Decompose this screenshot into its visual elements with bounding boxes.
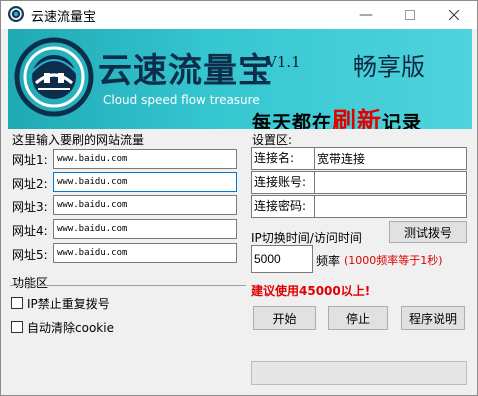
conn-name-input[interactable]: [314, 147, 467, 170]
url-4-input[interactable]: [53, 219, 237, 239]
url-5-label: 网址5:: [12, 248, 48, 262]
version-label: V1.1: [266, 53, 301, 71]
url-4-label: 网址4:: [12, 224, 48, 238]
account-label: 连接账号:: [251, 171, 315, 194]
ip-ban-checkbox[interactable]: [11, 297, 23, 309]
password-label: 连接密码:: [251, 195, 315, 218]
app-window: 云速流量宝 — 云速流量宝 V1.1 畅享版 Cloud speed flow …: [0, 0, 478, 396]
interval-label: IP切换时间/访问时间: [251, 231, 362, 245]
settings-section-label: 设置区:: [252, 133, 293, 147]
brand-banner: 云速流量宝 V1.1 畅享版 Cloud speed flow treasure…: [8, 29, 472, 129]
frequency-label: 频率: [316, 254, 341, 268]
brand-name: 云速流量宝: [98, 51, 273, 91]
edition-label: 畅享版: [353, 53, 425, 81]
english-slogan: Cloud speed flow treasure: [103, 93, 260, 107]
slogan-highlight: 刷新: [332, 106, 383, 129]
url-section-label: 这里输入要刷的网站流量: [12, 133, 145, 147]
progress-bar: [251, 361, 467, 385]
url-3-input[interactable]: [53, 195, 237, 215]
clear-cookie-checkbox[interactable]: [11, 321, 23, 333]
close-button[interactable]: [432, 1, 476, 29]
url-1-input[interactable]: [53, 149, 237, 169]
url-5-input[interactable]: [53, 243, 237, 263]
minimize-icon: —: [359, 7, 373, 23]
url-2-label: 网址2:: [12, 177, 48, 191]
frequency-note: (1000频率等于1秒): [344, 254, 443, 267]
account-input[interactable]: [314, 171, 467, 194]
start-button[interactable]: 开始: [253, 306, 316, 330]
url-1-label: 网址1:: [12, 153, 48, 167]
maximize-icon: [405, 10, 415, 20]
slogan-part-2: 记录: [382, 112, 423, 129]
url-3-label: 网址3:: [12, 200, 48, 214]
brand-logo-icon: [14, 37, 94, 117]
url-2-input[interactable]: [53, 172, 237, 192]
conn-name-label: 连接名:: [251, 147, 315, 170]
features-section-label: 功能区: [12, 276, 49, 290]
slogan-part-1: 每天都在: [252, 112, 333, 129]
frequency-input[interactable]: [251, 245, 313, 273]
clear-cookie-label: 自动清除cookie: [27, 321, 114, 335]
help-button[interactable]: 程序说明: [401, 306, 465, 330]
slogan: 每天都在刷新记录: [252, 101, 422, 129]
features-divider: [10, 285, 246, 286]
stop-button[interactable]: 停止: [328, 306, 388, 330]
title-bar: 云速流量宝 —: [1, 1, 477, 29]
minimize-button[interactable]: —: [344, 1, 388, 29]
maximize-button[interactable]: [388, 1, 432, 29]
close-icon: [449, 10, 459, 20]
ip-ban-label: IP禁止重复拨号: [27, 297, 110, 311]
app-logo-icon: [8, 6, 24, 22]
test-dial-button[interactable]: 测试拨号: [389, 221, 467, 243]
window-title: 云速流量宝: [31, 10, 97, 25]
password-input[interactable]: [314, 195, 467, 218]
recommend-note: 建议使用45000以上!: [251, 284, 371, 298]
